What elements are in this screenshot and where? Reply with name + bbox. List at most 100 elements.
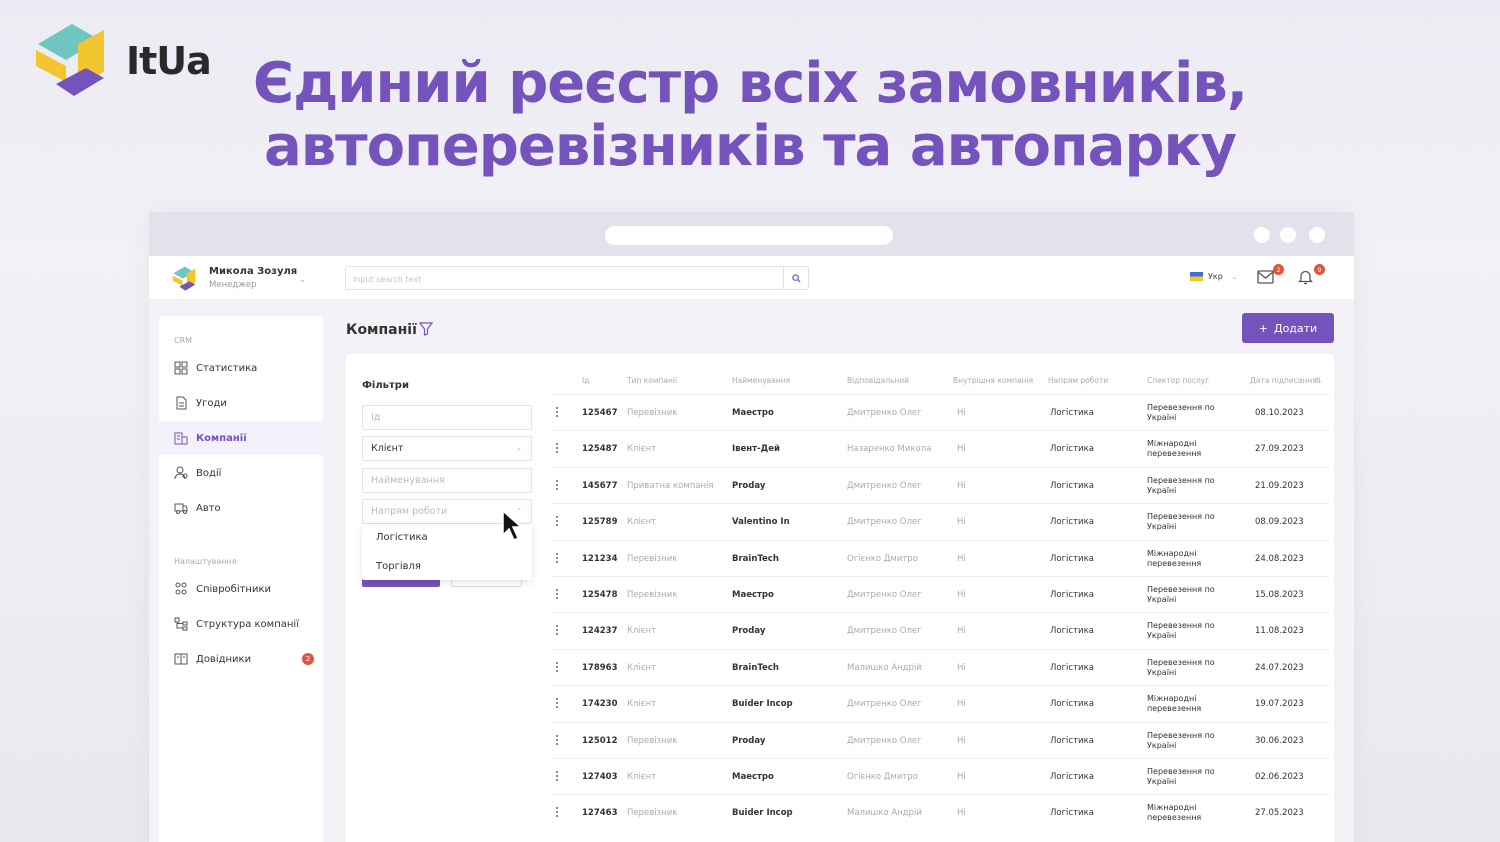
sidebar-item-label: Довідники [196,653,252,665]
cell-direction: Логістика [1050,553,1094,564]
row-menu-icon[interactable] [556,516,559,528]
cell-resp: Дмитренко Олег [847,590,922,600]
cell-resp: Малишко Андрій [847,662,922,673]
cell-resp: Дмитренко Олег [847,480,922,491]
cell-date: 15.08.2023 [1255,590,1304,600]
table-row[interactable]: 127403 Клієнт Маестро Огієнко Дмитро Ні Логіс… [552,758,1330,794]
sidebar-item-cars[interactable]: Авто [159,491,323,525]
column-header[interactable]: Відповідальний [847,376,909,385]
cell-direction: Логістика [1050,699,1094,710]
cell-type: Клієнт [627,444,657,455]
cell-direction: Логістика [1050,480,1094,491]
table-row[interactable]: 125789 Клієнт Valentino In Дмитренко Олег Ні… [552,503,1330,539]
cell-id: 125012 [582,735,618,746]
address-bar[interactable] [605,226,893,245]
sidebar-item-label: Компанії [196,432,247,444]
row-menu-icon[interactable] [556,625,559,637]
cell-id: 125478 [582,590,618,600]
cell-id: 127403 [582,772,618,782]
column-header[interactable]: Ід [582,376,589,385]
column-header[interactable]: Напрям роботи [1048,376,1108,385]
dropdown-option[interactable]: Торгівля [376,561,421,572]
cell-direction: Логістика [1050,735,1094,746]
user-name: Микола Зозуля [209,266,298,277]
cell-service: Перевезення по Україні [1147,475,1215,495]
cell-direction: Логістика [1050,808,1094,819]
directories-badge: 2 [302,653,314,665]
cell-direction: Логістика [1050,626,1094,637]
cell-id: 125487 [582,444,618,455]
sidebar-item-statistics[interactable]: Статистика [159,351,323,385]
row-menu-icon[interactable] [556,589,559,601]
table-row[interactable]: 121234 Перевізник BrainTech Огієнко Дмитро Н… [552,539,1330,576]
window-dot [1254,227,1270,243]
cell-type: Перевізник [627,808,678,819]
chevron-down-icon[interactable]: ⌄ [299,275,306,284]
sidebar-item-companies[interactable]: Компанії [159,421,323,455]
user-role: Менеджер [209,280,257,290]
cell-type: Перевізник [627,553,678,564]
language-selector[interactable]: Укр ⌄ [1190,272,1238,281]
cell-type: Клієнт [627,772,657,782]
mail-button[interactable]: 2 [1257,264,1284,287]
row-menu-icon[interactable] [556,443,559,455]
row-menu-icon[interactable] [556,734,559,747]
dropdown-option[interactable]: Логістика [376,532,428,543]
sidebar-item-employees[interactable]: Співробітники [159,572,323,606]
column-header[interactable]: Спектор послуг [1147,376,1209,385]
row-menu-icon[interactable] [556,807,559,819]
column-header[interactable]: Найменування [732,376,790,385]
filter-icon[interactable] [419,322,433,336]
sidebar-item-directories[interactable]: Довідники 2 [159,642,323,676]
row-menu-icon[interactable] [556,771,559,783]
filter-id-field[interactable]: Ід [362,405,532,430]
user-menu[interactable]: Микола Зозуля Менеджер [209,266,297,290]
table-row[interactable]: 125012 Перевізник Proday Дмитренко Олег Ні Ло… [552,721,1330,758]
column-header[interactable]: Тип компанії [627,376,677,385]
row-menu-icon[interactable] [556,479,559,492]
table-row[interactable]: 145677 Приватна компанія Proday Дмитренко О… [552,466,1330,503]
row-menu-icon[interactable] [556,661,559,674]
sidebar-item-drivers[interactable]: Водії [159,456,323,490]
window-dot [1309,227,1325,243]
cell-name: Маестро [732,408,774,418]
add-company-button[interactable]: + Додати [1242,313,1334,343]
cell-type: Перевізник [627,590,678,600]
cell-internal: Ні [957,735,966,746]
column-header[interactable]: Дата підписання [1250,376,1317,385]
cell-service: Перевезення по Україні [1147,621,1215,641]
table-row[interactable]: 178963 Клієнт BrainTech Малишко Андрій Ні Лог… [552,648,1330,685]
cell-date: 11.08.2023 [1255,626,1304,637]
cell-id: 178963 [582,662,618,673]
cell-id: 145677 [582,480,618,491]
sidebar-item-structure[interactable]: Структура компанії [159,607,323,641]
cell-internal: Ні [957,480,966,491]
table-row[interactable]: 125467 Перевізник Маестро Дмитренко Олег Ні Л… [552,394,1330,430]
search-button[interactable] [783,267,808,289]
table-row[interactable]: 125478 Перевізник Маестро Дмитренко Олег Ні Л… [552,576,1330,612]
cell-date: 24.07.2023 [1255,662,1304,673]
row-menu-icon[interactable] [556,552,559,565]
search-input[interactable] [346,268,776,291]
table-row[interactable]: 127463 Перевізник Buider Incop Малишко Андр… [552,794,1330,830]
table-row[interactable]: 124237 Клієнт Proday Дмитренко Олег Ні Логіст… [552,612,1330,648]
sort-icon[interactable]: ⇅ [1315,376,1321,385]
cell-name: Маестро [732,772,774,782]
notifications-button[interactable]: 9 [1297,264,1325,287]
cell-service: Міжнародні перевезення [1147,694,1202,714]
table-row[interactable]: 125487 Клієнт Івент-Дей Назаренко Микола Ні Л… [552,430,1330,466]
sidebar-item-deals[interactable]: Угоди [159,386,323,420]
column-header[interactable]: Внутрішня компанія [953,376,1033,385]
table-row[interactable]: 174230 Клієнт Buider Incop Дмитренко Олег Ні… [552,685,1330,721]
cell-service: Перевезення по Україні [1147,730,1215,750]
cell-direction: Логістика [1050,408,1094,418]
cell-type: Приватна компанія [627,480,714,491]
cell-id: 127463 [582,808,618,819]
row-menu-icon[interactable] [556,407,559,419]
cell-internal: Ні [957,553,966,564]
filter-name-field[interactable]: Найменування [362,468,532,493]
filter-type-select[interactable]: Клієнт ⌄ [362,436,532,461]
sidebar: CRM Статистика Угоди Компанії Водії Авто… [159,316,323,842]
bell-icon [1297,270,1314,285]
row-menu-icon[interactable] [556,698,559,710]
